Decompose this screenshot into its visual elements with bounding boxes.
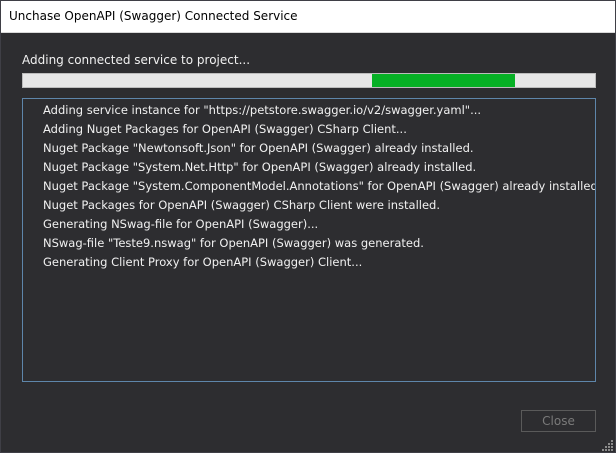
log-line: Nuget Packages for OpenAPI (Swagger) CSh… [43, 198, 440, 212]
resize-grip-icon[interactable] [602, 439, 614, 451]
title-bar[interactable]: Unchase OpenAPI (Swagger) Connected Serv… [1, 1, 615, 33]
log-line: Adding Nuget Packages for OpenAPI (Swagg… [43, 122, 407, 136]
progress-bar [22, 73, 596, 88]
log-line: Nuget Package "Newtonsoft.Json" for Open… [43, 141, 474, 155]
log-line: Generating NSwag-file for OpenAPI (Swagg… [43, 217, 319, 231]
log-line: NSwag-file "Teste9.nswag" for OpenAPI (S… [43, 236, 424, 250]
log-line: Nuget Package "System.Net.Http" for Open… [43, 160, 477, 174]
window-title: Unchase OpenAPI (Swagger) Connected Serv… [9, 9, 298, 23]
close-button[interactable]: Close [521, 410, 596, 432]
status-message: Adding connected service to project... [22, 53, 251, 67]
connected-service-window: Unchase OpenAPI (Swagger) Connected Serv… [0, 0, 616, 453]
progress-fill [371, 74, 515, 87]
log-output-box[interactable]: Adding service instance for "https://pet… [22, 98, 596, 382]
log-line: Nuget Package "System.ComponentModel.Ann… [43, 179, 596, 193]
log-line: Adding service instance for "https://pet… [43, 103, 482, 117]
log-line: Generating Client Proxy for OpenAPI (Swa… [43, 255, 363, 269]
